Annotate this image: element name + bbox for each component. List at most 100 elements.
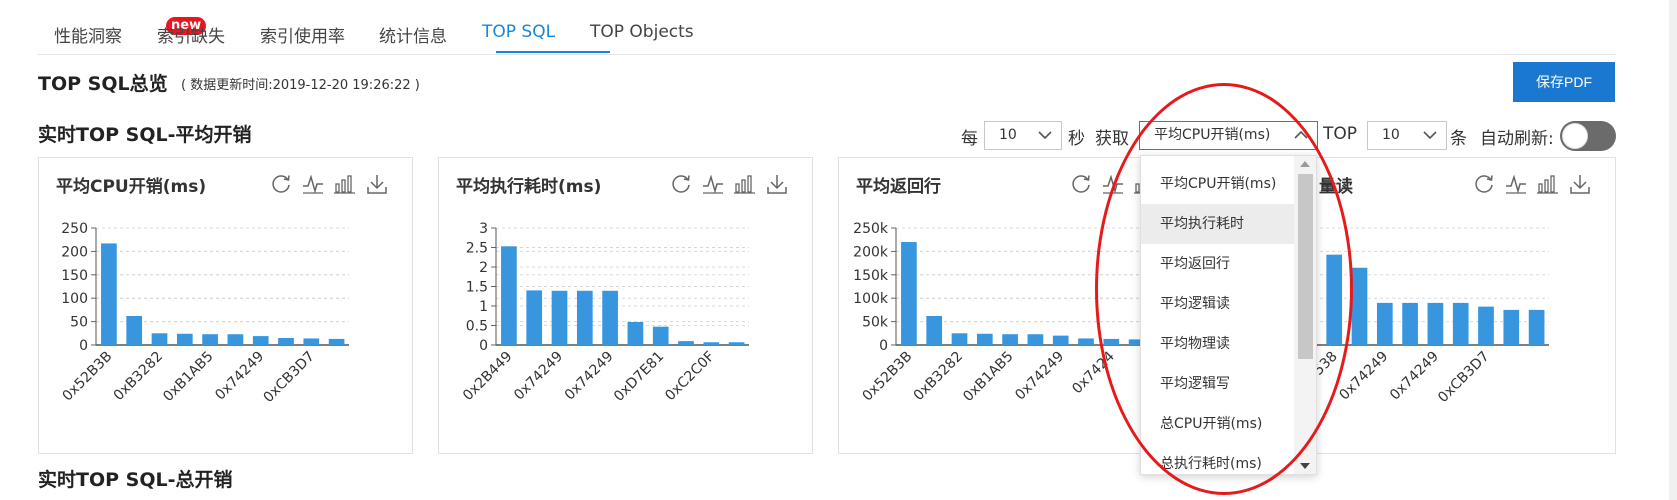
chart-panel-avg-cpu: 平均CPU开销(ms) 0 50 100 150 200 250 0x52B3B 0xB328…	[38, 157, 413, 454]
top-count-select[interactable]: 10	[1367, 121, 1447, 150]
bar	[1528, 309, 1545, 345]
refresh-icon[interactable]	[269, 172, 293, 196]
dropdown-option[interactable]: 平均逻辑读	[1141, 284, 1296, 324]
y-tick-label: 0.5	[466, 319, 488, 335]
x-tick-label: 0x74249	[212, 349, 267, 404]
bar	[1103, 338, 1120, 345]
chart-title: 平均CPU开销(ms)	[56, 177, 207, 197]
y-tick-label: 250	[61, 221, 88, 237]
dropdown-option[interactable]: 平均执行耗时	[1141, 204, 1296, 244]
metric-select[interactable]: 平均CPU开销(ms)	[1139, 121, 1318, 150]
bar	[278, 337, 294, 345]
tab-statistics[interactable]: 统计信息	[379, 22, 447, 55]
seconds-label: 秒	[1068, 129, 1085, 149]
x-tick-label: 0x52B3B	[860, 349, 916, 405]
bar	[901, 242, 917, 345]
bar	[1078, 338, 1094, 345]
line-chart-icon[interactable]	[1101, 172, 1125, 196]
dropdown-option[interactable]: 平均CPU开销(ms)	[1141, 164, 1296, 204]
download-icon[interactable]	[365, 172, 389, 196]
auto-refresh-label: 自动刷新:	[1480, 129, 1554, 149]
refresh-icon[interactable]	[1472, 172, 1496, 196]
bar	[728, 342, 745, 345]
y-tick-label: 0	[479, 338, 488, 354]
active-tab-indicator	[496, 51, 610, 53]
y-tick-label: 150	[61, 268, 88, 284]
x-tick-label: 0x74249	[1336, 349, 1391, 404]
bar	[951, 333, 968, 345]
bar	[652, 326, 669, 345]
x-tick-label: 0xB1AB5	[960, 349, 1016, 405]
tab-performance-insight[interactable]: 性能洞察	[54, 22, 122, 55]
x-tick-label: 0xC2C0F	[662, 349, 718, 405]
dropdown-option[interactable]: 平均返回行	[1141, 244, 1296, 284]
y-tick-label: 50k	[862, 315, 889, 331]
dropdown-option[interactable]: 总CPU开销(ms)	[1141, 404, 1296, 444]
top-count-value: 10	[1382, 127, 1400, 143]
x-tick-label: 0x2B449	[460, 349, 515, 404]
page-scrollbar[interactable]	[1669, 0, 1677, 500]
bar-chart-icon[interactable]	[1536, 172, 1560, 196]
overview-title: TOP SQL总览	[38, 73, 168, 95]
bar-chart-avg-cpu: 0 50 100 150 200 250 0x52B3B0xB32820xB1AB50x74…	[60, 221, 349, 406]
dropdown-scrollbar[interactable]	[1294, 156, 1316, 474]
tab-bar: 性能洞察 new 索引缺失 索引使用率 统计信息 TOP SQL TOP Obj…	[38, 0, 1616, 55]
chevron-up-icon	[1294, 130, 1308, 139]
bar	[1052, 335, 1069, 345]
bar	[101, 243, 117, 345]
y-tick-label: 1.5	[466, 280, 488, 296]
fetch-label: 获取	[1095, 129, 1129, 149]
line-chart-icon[interactable]	[701, 172, 725, 196]
bar	[1452, 302, 1469, 345]
tab-missing-index[interactable]: 索引缺失	[157, 22, 225, 55]
refresh-icon[interactable]	[669, 172, 693, 196]
y-tick-label: 50	[70, 315, 88, 331]
bar	[328, 338, 345, 345]
section-title-total: 实时TOP SQL-总开销	[38, 469, 233, 491]
every-label: 每	[961, 129, 978, 149]
y-tick-label: 200k	[853, 244, 889, 260]
bar	[1503, 309, 1520, 345]
y-tick-label: 3	[479, 221, 488, 237]
auto-refresh-toggle[interactable]	[1560, 121, 1616, 151]
scrollbar-thumb[interactable]	[1298, 174, 1313, 359]
dropdown-option[interactable]: 平均逻辑写	[1141, 364, 1296, 404]
line-chart-icon[interactable]	[301, 172, 325, 196]
chart-title: 平均执行耗时(ms)	[456, 177, 602, 197]
tab-index-usage[interactable]: 索引使用率	[260, 22, 345, 55]
bar	[1027, 334, 1044, 345]
toggle-knob	[1562, 123, 1588, 149]
bar	[1402, 302, 1418, 345]
bar	[602, 290, 618, 345]
refresh-icon[interactable]	[1069, 172, 1093, 196]
bar	[976, 333, 993, 345]
section-title-avg: 实时TOP SQL-平均开销	[38, 124, 252, 146]
bar	[926, 315, 943, 345]
x-tick-label: 0xB3282	[111, 349, 166, 404]
bar-chart-icon[interactable]	[333, 172, 357, 196]
top-label: TOP	[1323, 124, 1358, 144]
x-tick-label: 0xCB3D7	[260, 349, 317, 406]
scroll-up-icon[interactable]	[1300, 161, 1310, 167]
metric-value: 平均CPU开销(ms)	[1154, 127, 1271, 143]
dropdown-option[interactable]: 平均物理读	[1141, 324, 1296, 364]
interval-select[interactable]: 10	[984, 121, 1062, 150]
bar	[1376, 302, 1393, 345]
download-icon[interactable]	[765, 172, 789, 196]
chart-panel-avg-exec-time: 平均执行耗时(ms) 0 0.5 1 1.5 2 2.5 3 0x2B449 0x74249 0x…	[438, 157, 813, 454]
scroll-down-icon[interactable]	[1300, 463, 1310, 469]
bar	[1002, 334, 1018, 345]
bar	[126, 315, 143, 345]
bar-chart-icon[interactable]	[733, 172, 757, 196]
chevron-down-icon	[1038, 131, 1052, 140]
metric-dropdown-menu: 平均CPU开销(ms) 平均执行耗时 平均返回行 平均逻辑读 平均物理读 平均逻…	[1140, 155, 1317, 475]
line-chart-icon[interactable]	[1504, 172, 1528, 196]
y-tick-label: 0	[79, 338, 88, 354]
dropdown-option[interactable]: 总执行耗时(ms)	[1141, 444, 1296, 474]
save-pdf-button[interactable]: 保存PDF	[1513, 62, 1615, 102]
y-tick-label: 2.5	[466, 241, 488, 257]
y-tick-label: 200	[61, 244, 88, 260]
x-tick-label: 0xD7E81	[611, 349, 667, 405]
items-label: 条	[1450, 129, 1467, 149]
download-icon[interactable]	[1568, 172, 1592, 196]
